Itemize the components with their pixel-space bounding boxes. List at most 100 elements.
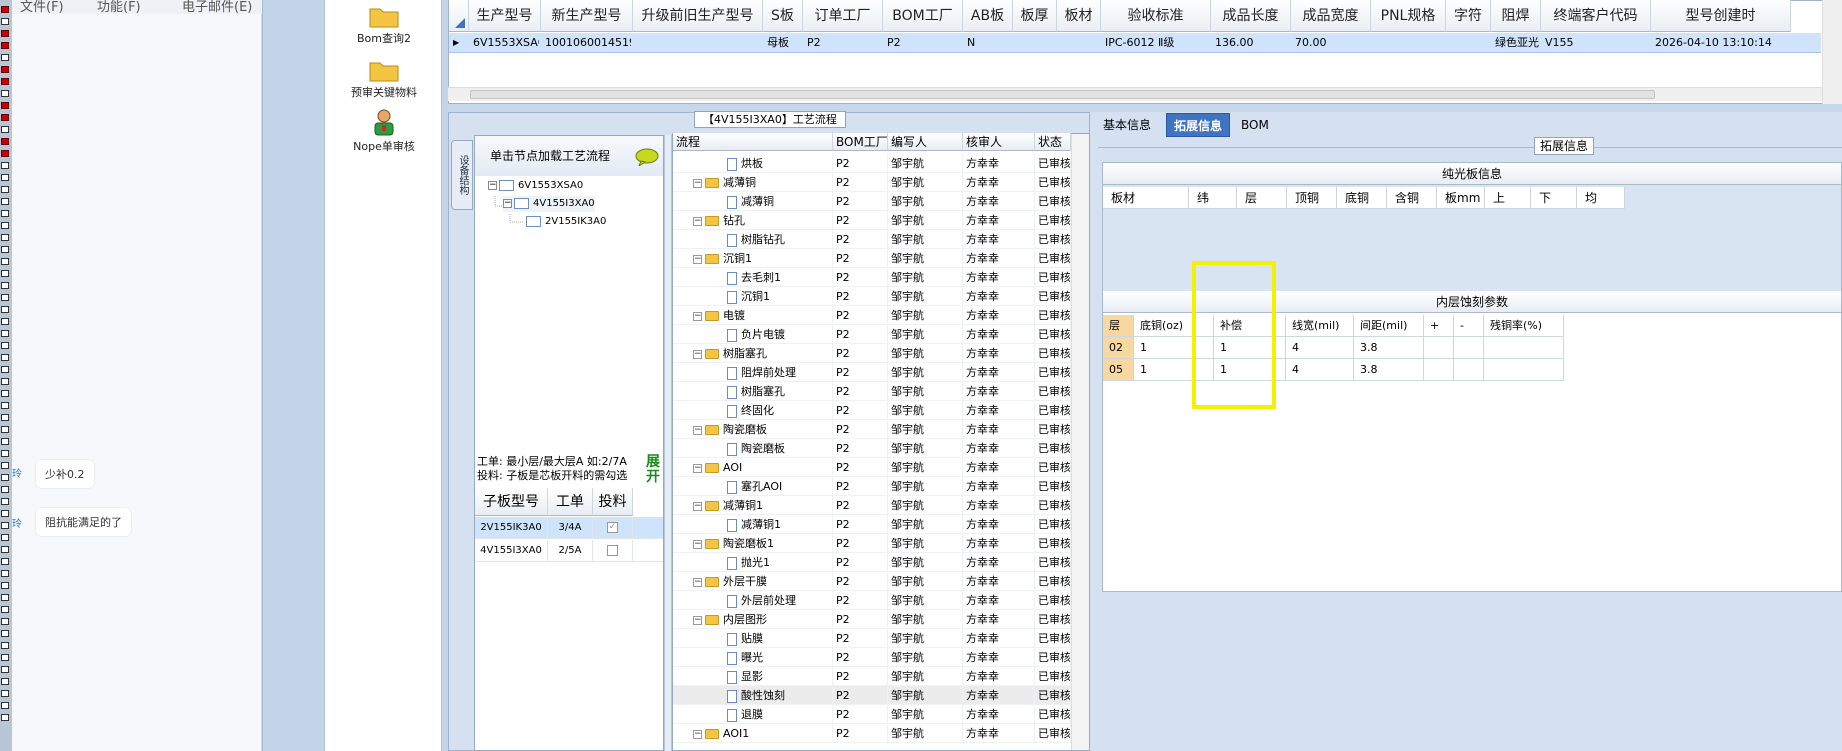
column-header[interactable]: 纬: [1189, 187, 1237, 209]
column-header[interactable]: AB板: [963, 0, 1013, 32]
column-header[interactable]: S板: [763, 0, 803, 32]
table-cell[interactable]: 3.8: [1354, 359, 1424, 381]
flow-row[interactable]: − 内层图形 P2 邹宇航 方幸幸 已审核: [673, 610, 1071, 629]
table-cell[interactable]: [1484, 337, 1564, 359]
column-header[interactable]: 板厚: [1013, 0, 1057, 32]
flow-row[interactable]: 负片电镀 P2 邹宇航 方幸幸 已审核: [673, 325, 1071, 344]
flow-row[interactable]: − 减薄铜 P2 邹宇航 方幸幸 已审核: [673, 173, 1071, 192]
table-row[interactable]: 4V155I3XA0 2/5A: [475, 540, 663, 562]
column-header[interactable]: 升级前旧生产型号: [633, 0, 763, 32]
column-header[interactable]: 含铜: [1387, 187, 1437, 209]
collapse-icon[interactable]: −: [693, 729, 702, 739]
column-header[interactable]: 线宽(mil): [1286, 315, 1354, 337]
collapse-icon[interactable]: −: [693, 577, 702, 587]
menu-email[interactable]: 电子邮件(E): [182, 0, 252, 15]
collapse-icon[interactable]: −: [693, 463, 702, 473]
column-header[interactable]: 上: [1485, 187, 1531, 209]
column-header[interactable]: 验收标准: [1101, 0, 1211, 32]
column-header[interactable]: 投料: [593, 488, 633, 516]
column-header[interactable]: 板材: [1103, 187, 1189, 209]
feed-checkbox[interactable]: [607, 544, 618, 556]
flow-row[interactable]: 显影 P2 邹宇航 方幸幸 已审核: [673, 667, 1071, 686]
menu-function[interactable]: 功能(F): [97, 0, 141, 15]
flow-row[interactable]: 退膜 P2 邹宇航 方幸幸 已审核: [673, 705, 1071, 724]
tab-extended-info[interactable]: 拓展信息: [1166, 113, 1231, 137]
collapse-icon[interactable]: −: [693, 501, 702, 511]
column-header[interactable]: 订单工厂: [803, 0, 883, 32]
table-cell[interactable]: 3.8: [1354, 337, 1424, 359]
flow-row[interactable]: 去毛刺1 P2 邹宇航 方幸幸 已审核: [673, 268, 1071, 287]
collapse-icon[interactable]: −: [693, 311, 702, 321]
flow-scrollbar[interactable]: [1071, 134, 1089, 750]
column-header[interactable]: 状态: [1035, 133, 1071, 151]
flow-row[interactable]: 终固化 P2 邹宇航 方幸幸 已审核: [673, 401, 1071, 420]
flow-row[interactable]: − AOI1 P2 邹宇航 方幸幸 已审核: [673, 724, 1071, 743]
flow-row[interactable]: 外层前处理 P2 邹宇航 方幸幸 已审核: [673, 591, 1071, 610]
column-header[interactable]: 终端客户代码: [1541, 0, 1651, 32]
tab-basic-info[interactable]: 基本信息: [1096, 113, 1158, 137]
column-header[interactable]: 流程: [673, 133, 833, 151]
feed-checkbox[interactable]: ✓: [607, 521, 618, 533]
vertical-splitter[interactable]: [664, 135, 672, 751]
column-header[interactable]: 层: [1103, 315, 1134, 337]
collapse-icon[interactable]: −: [693, 425, 702, 435]
nav-precheck-material[interactable]: 预审关键物料: [325, 58, 443, 100]
column-header[interactable]: 底铜: [1337, 187, 1387, 209]
flow-row[interactable]: − 陶瓷磨板1 P2 邹宇航 方幸幸 已审核: [673, 534, 1071, 553]
column-header[interactable]: 成品宽度: [1291, 0, 1371, 32]
flow-row[interactable]: − 钻孔 P2 邹宇航 方幸幸 已审核: [673, 211, 1071, 230]
table-row[interactable]: 2V155IK3A0 3/4A ✓: [475, 517, 663, 539]
menu-file[interactable]: 文件(F): [20, 0, 64, 15]
column-header[interactable]: BOM工厂: [833, 133, 888, 151]
flow-row[interactable]: 陶瓷磨板 P2 邹宇航 方幸幸 已审核: [673, 439, 1071, 458]
table-cell[interactable]: [1424, 337, 1454, 359]
collapse-icon[interactable]: −: [693, 615, 702, 625]
flow-row[interactable]: − AOI P2 邹宇航 方幸幸 已审核: [673, 458, 1071, 477]
table-cell[interactable]: 05: [1103, 359, 1134, 381]
column-header[interactable]: 字符: [1446, 0, 1491, 32]
table-row[interactable]: ▶ 6V1553XSA0 10010600145198 母板 P2 P2 N IPC-6012…: [449, 33, 1821, 53]
flow-row[interactable]: 阻焊前处理 P2 邹宇航 方幸幸 已审核: [673, 363, 1071, 382]
nav-nope-review[interactable]: Nope单审核: [325, 108, 443, 154]
flow-row[interactable]: − 沉铜1 P2 邹宇航 方幸幸 已审核: [673, 249, 1071, 268]
column-header[interactable]: BOM工厂: [883, 0, 963, 32]
flow-row[interactable]: − 树脂塞孔 P2 邹宇航 方幸幸 已审核: [673, 344, 1071, 363]
flow-row[interactable]: − 减薄铜1 P2 邹宇航 方幸幸 已审核: [673, 496, 1071, 515]
vertical-scrollbar[interactable]: [1822, 0, 1842, 104]
flow-row[interactable]: 沉铜1 P2 邹宇航 方幸幸 已审核: [673, 287, 1071, 306]
column-header[interactable]: 间距(mil): [1354, 315, 1424, 337]
column-header[interactable]: 新生产型号: [541, 0, 633, 32]
column-header[interactable]: 均: [1577, 187, 1625, 209]
column-header[interactable]: 板mm: [1437, 187, 1485, 209]
scroll-thumb[interactable]: [470, 90, 1655, 99]
flow-row[interactable]: − 外层干膜 P2 邹宇航 方幸幸 已审核: [673, 572, 1071, 591]
column-header[interactable]: -: [1454, 315, 1484, 337]
column-header[interactable]: 阻焊: [1491, 0, 1541, 32]
flow-row[interactable]: 树脂塞孔 P2 邹宇航 方幸幸 已审核: [673, 382, 1071, 401]
flow-row[interactable]: 减薄铜 P2 邹宇航 方幸幸 已审核: [673, 192, 1071, 211]
column-header[interactable]: 残铜率(%): [1484, 315, 1564, 337]
table-cell[interactable]: 4: [1286, 359, 1354, 381]
flow-row[interactable]: − 电镀 P2 邹宇航 方幸幸 已审核: [673, 306, 1071, 325]
column-header[interactable]: 核审人: [963, 133, 1035, 151]
collapse-icon[interactable]: −: [693, 216, 702, 226]
table-cell[interactable]: 4: [1286, 337, 1354, 359]
table-cell[interactable]: [1454, 337, 1484, 359]
table-cell[interactable]: [1484, 359, 1564, 381]
table-cell[interactable]: 02: [1103, 337, 1134, 359]
column-header[interactable]: 顶铜: [1287, 187, 1337, 209]
collapse-icon[interactable]: −: [693, 539, 702, 549]
column-header[interactable]: 生产型号: [469, 0, 541, 32]
column-header[interactable]: 型号创建时: [1651, 0, 1791, 32]
tab-bom[interactable]: BOM: [1234, 113, 1276, 137]
flow-row[interactable]: 烘板 P2 邹宇航 方幸幸 已审核: [673, 154, 1071, 173]
column-header[interactable]: 板材: [1057, 0, 1101, 32]
tab-device-structure[interactable]: 设备结构: [451, 140, 473, 210]
flow-row[interactable]: 抛光1 P2 邹宇航 方幸幸 已审核: [673, 553, 1071, 572]
column-header[interactable]: 下: [1531, 187, 1577, 209]
column-header[interactable]: +: [1424, 315, 1454, 337]
column-header[interactable]: 成品长度: [1211, 0, 1291, 32]
column-header[interactable]: 层: [1237, 187, 1287, 209]
splitter[interactable]: [448, 104, 1842, 112]
column-header[interactable]: 工单: [548, 488, 593, 516]
